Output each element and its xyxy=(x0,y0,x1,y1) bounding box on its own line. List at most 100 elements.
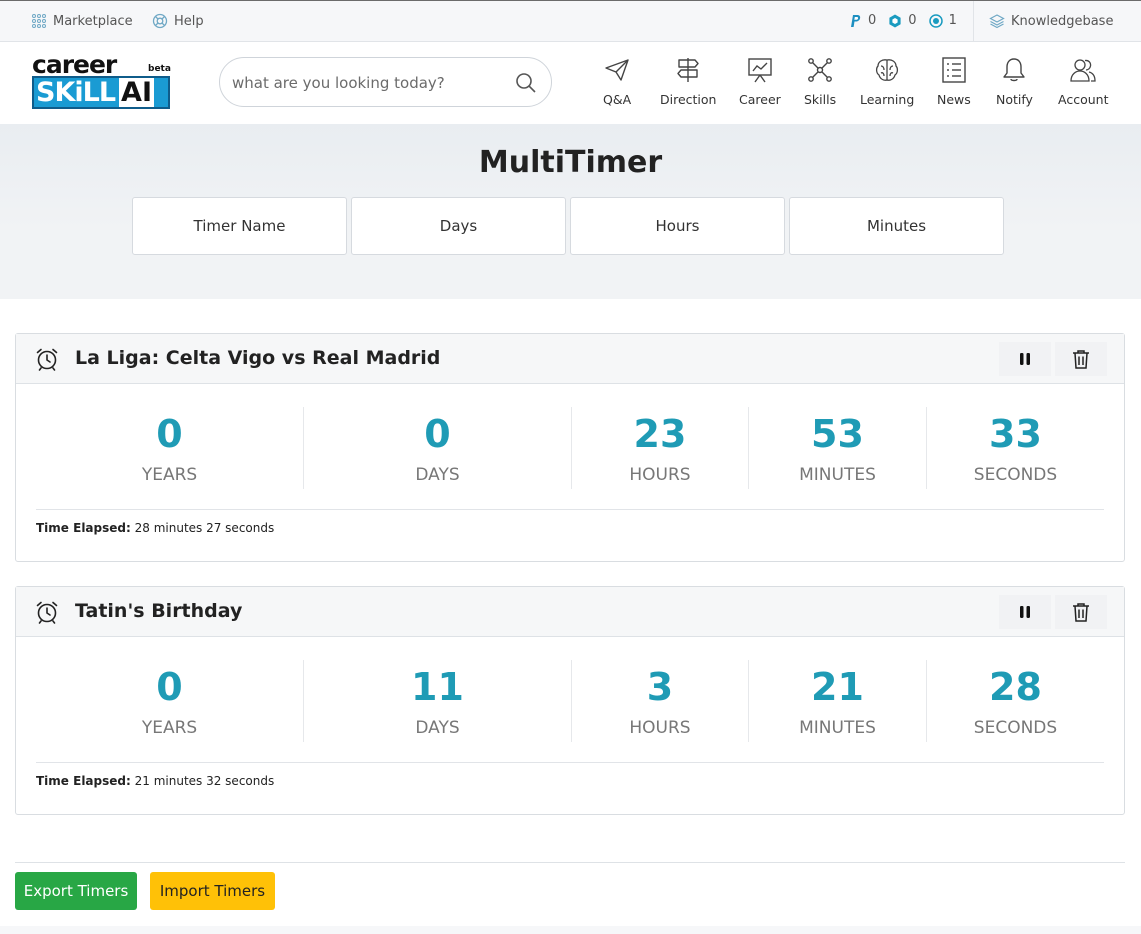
years-label: Years xyxy=(141,718,198,738)
countdown-stats: 0 Years 11 Days 3 Hours 21 Minutes 28 Se… xyxy=(36,660,1104,742)
delete-button[interactable] xyxy=(1055,342,1107,376)
days-stat: 11 Days xyxy=(303,660,571,742)
top-utility-bar: Marketplace Help 0 0 1 Knowledgebase xyxy=(0,0,1141,42)
years-stat: 0 Years xyxy=(36,407,303,489)
nav-account-label: Account xyxy=(1058,92,1109,107)
pause-icon xyxy=(1020,606,1030,618)
careerskillai-logo[interactable]: career beta SKiLL AI xyxy=(32,50,171,112)
points-counters: 0 0 1 xyxy=(848,13,957,28)
delete-button[interactable] xyxy=(1055,595,1107,629)
minutes-value: 21 xyxy=(811,665,864,709)
hours-stat: 23 Hours xyxy=(571,407,748,489)
timer-title: Tatin's Birthday xyxy=(75,600,243,622)
pause-button[interactable] xyxy=(999,342,1051,376)
minutes-stat: 21 Minutes xyxy=(748,660,926,742)
nav-notify[interactable]: Notify xyxy=(996,56,1033,107)
nav-skills-label: Skills xyxy=(804,92,837,107)
card-divider xyxy=(36,762,1104,763)
paypal-p-icon xyxy=(851,14,861,27)
help-link[interactable]: Help xyxy=(152,13,204,29)
footer-strip xyxy=(0,926,1141,934)
timer-name-input[interactable] xyxy=(133,198,346,254)
days-input[interactable] xyxy=(352,198,565,254)
grid-dots-icon xyxy=(32,14,46,28)
users-icon xyxy=(1070,59,1096,82)
time-elapsed-value: 28 minutes 27 seconds xyxy=(134,521,275,535)
presentation-chart-icon xyxy=(748,58,772,83)
days-stat: 0 Days xyxy=(303,407,571,489)
card-divider xyxy=(36,509,1104,510)
years-label: Years xyxy=(141,465,198,485)
alarm-clock-icon xyxy=(36,348,58,371)
timer-card: Tatin's Birthday 0 Years 11 Days 3 Hours xyxy=(15,586,1125,815)
timer-card-header: La Liga: Celta Vigo vs Real Madrid xyxy=(16,334,1124,384)
hexagon-points[interactable]: 0 xyxy=(888,13,917,28)
nav-direction-label: Direction xyxy=(660,92,717,107)
seconds-value: 28 xyxy=(989,665,1042,709)
brain-icon xyxy=(876,59,899,81)
logo-skillai-box: SKiLL AI xyxy=(32,76,170,109)
seconds-stat: 28 Seconds xyxy=(926,660,1104,742)
marketplace-label: Marketplace xyxy=(53,13,133,29)
paypal-points[interactable]: 0 xyxy=(848,13,876,28)
signpost-icon xyxy=(677,58,699,82)
nav-learning[interactable]: Learning xyxy=(860,56,914,107)
nav-learning-label: Learning xyxy=(860,92,915,107)
minutes-input[interactable] xyxy=(790,198,1003,254)
days-field xyxy=(351,197,566,255)
logo-ai-text: AI xyxy=(119,77,154,108)
nav-skills[interactable]: Skills xyxy=(804,56,836,107)
page-title: MultiTimer xyxy=(478,145,663,180)
layers-icon xyxy=(989,14,1005,29)
minutes-stat: 53 Minutes xyxy=(748,407,926,489)
trash-icon xyxy=(1073,603,1089,622)
target-icon xyxy=(928,13,943,28)
hours-input[interactable] xyxy=(571,198,784,254)
nav-qa[interactable]: Q&A xyxy=(603,56,631,107)
time-elapsed-label: Time Elapsed: xyxy=(36,774,131,788)
seconds-label: Seconds xyxy=(973,465,1058,485)
knowledgebase-label: Knowledgebase xyxy=(1011,13,1114,29)
logo-skill-text: SKiLL xyxy=(36,77,116,108)
hours-value: 23 xyxy=(633,412,687,456)
years-value: 0 xyxy=(156,665,183,709)
timer-title: La Liga: Celta Vigo vs Real Madrid xyxy=(75,347,441,369)
timer-name-field xyxy=(132,197,347,255)
pause-icon xyxy=(1020,353,1030,365)
logo-career-text: career xyxy=(32,50,117,79)
days-value: 0 xyxy=(424,412,451,456)
list-document-icon xyxy=(942,57,966,83)
seconds-label: Seconds xyxy=(973,718,1058,738)
main-header: career beta SKiLL AI Q&A Direction xyxy=(0,42,1141,124)
timer-card-header: Tatin's Birthday xyxy=(16,587,1124,637)
topbar-divider xyxy=(973,1,974,42)
import-timers-button[interactable]: Import Timers xyxy=(150,872,275,910)
target-points[interactable]: 1 xyxy=(928,13,957,28)
years-value: 0 xyxy=(156,412,183,456)
days-value: 11 xyxy=(411,665,464,709)
actions-divider xyxy=(15,862,1125,863)
nav-career[interactable]: Career xyxy=(739,56,781,107)
export-timers-button[interactable]: Export Timers xyxy=(15,872,137,910)
minutes-value: 53 xyxy=(811,412,864,456)
nav-direction[interactable]: Direction xyxy=(660,56,716,107)
hours-label: Hours xyxy=(629,718,691,738)
seconds-value: 33 xyxy=(989,412,1042,456)
minutes-field xyxy=(789,197,1004,255)
time-elapsed-value: 21 minutes 32 seconds xyxy=(134,774,275,788)
search-icon[interactable] xyxy=(515,72,537,94)
search-input[interactable] xyxy=(232,70,502,96)
minutes-label: Minutes xyxy=(799,465,876,485)
nav-notify-label: Notify xyxy=(996,92,1033,107)
search-box xyxy=(219,57,552,107)
nav-account[interactable]: Account xyxy=(1058,56,1108,107)
pause-button[interactable] xyxy=(999,595,1051,629)
seconds-stat: 33 Seconds xyxy=(926,407,1104,489)
time-elapsed: Time Elapsed: 21 minutes 32 seconds xyxy=(36,774,274,788)
nav-news[interactable]: News xyxy=(937,56,971,107)
marketplace-link[interactable]: Marketplace xyxy=(31,13,133,29)
nav-qa-label: Q&A xyxy=(603,92,632,107)
knowledgebase-link[interactable]: Knowledgebase xyxy=(989,13,1113,29)
target-points-value: 1 xyxy=(948,13,957,28)
hours-field xyxy=(570,197,785,255)
